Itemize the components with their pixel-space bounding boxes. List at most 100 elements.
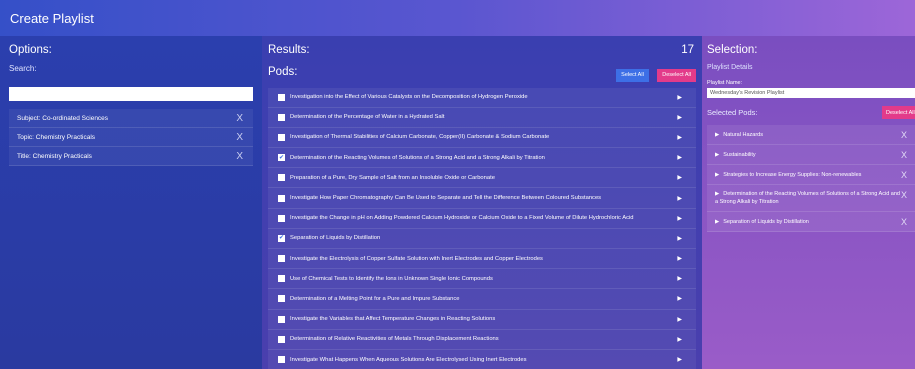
remove-filter-icon[interactable]: X — [236, 113, 243, 124]
remove-pod-icon[interactable]: X — [901, 217, 907, 227]
filter-label: Title: Chemistry Practicals — [17, 152, 92, 160]
play-arrow-icon[interactable]: ▶ — [677, 295, 682, 302]
pod-title: Investigation into the Effect of Various… — [290, 94, 528, 101]
play-arrow-icon[interactable]: ▶ — [677, 134, 682, 141]
play-arrow-icon[interactable]: ▶ — [677, 114, 682, 121]
pod-row[interactable]: Investigate the Change in pH on Adding P… — [268, 208, 696, 229]
pod-row[interactable]: ✔ Separation of Liquids by Distillation ▶ — [268, 228, 696, 249]
selected-pods-header: Selected Pods: Deselect All — [707, 106, 915, 119]
pod-row[interactable]: Investigate What Happens When Aqueous So… — [268, 349, 696, 369]
pod-list: Investigation into the Effect of Various… — [268, 87, 696, 369]
play-arrow-icon[interactable]: ▶ — [677, 255, 682, 262]
pod-checkbox[interactable] — [278, 133, 285, 141]
remove-filter-icon[interactable]: X — [236, 151, 243, 162]
pod-row[interactable]: Investigate the Electrolysis of Copper S… — [268, 249, 696, 270]
selected-pods-label: Selected Pods: — [707, 108, 758, 117]
pod-checkbox[interactable] — [278, 113, 285, 121]
pod-title: Investigate the Variables that Affect Te… — [290, 316, 496, 323]
options-panel: Options: Search: Subject: Co-ordinated S… — [0, 36, 262, 369]
pod-row[interactable]: Investigation into the Effect of Various… — [268, 87, 696, 108]
window-title-bar: Create Playlist — [0, 0, 915, 36]
pod-checkbox[interactable] — [278, 194, 285, 202]
deselect-all-button[interactable]: Deselect All — [657, 68, 696, 82]
playlist-details-label: Playlist Details — [707, 64, 753, 71]
pod-title: Investigation of Thermal Stabilities of … — [290, 134, 550, 141]
selected-pod-title: Strategies to Increase Energy Supplies: … — [723, 171, 862, 178]
selected-pod-name: ▶ Sustainability — [715, 151, 756, 159]
pod-title: Determination of the Reacting Volumes of… — [290, 154, 545, 161]
playlist-name-input[interactable] — [707, 88, 915, 98]
selected-pod-name: ▶ Separation of Liquids by Distillation — [715, 218, 809, 226]
results-panel: Results: 17 Pods: Select All Deselect Al… — [262, 36, 702, 369]
pod-checkbox[interactable]: ✔ — [278, 234, 285, 242]
remove-pod-icon[interactable]: X — [901, 150, 907, 160]
pods-header: Pods: Select All Deselect All — [268, 63, 696, 82]
selected-pod-row[interactable]: ▶ Separation of Liquids by Distillation X — [707, 212, 915, 232]
pod-checkbox[interactable]: ✔ — [278, 154, 285, 162]
pod-row[interactable]: Investigate the Variables that Affect Te… — [268, 309, 696, 330]
play-arrow-icon[interactable]: ▶ — [677, 356, 682, 363]
pod-checkbox[interactable] — [278, 255, 285, 263]
play-arrow-icon[interactable]: ▶ — [677, 215, 682, 222]
filter-title: Title: Chemistry Practicals X — [9, 147, 253, 166]
remove-pod-icon[interactable]: X — [901, 170, 907, 180]
pod-row[interactable]: Determination of Relative Reactivities o… — [268, 329, 696, 350]
selected-pod-title: Determination of the Reacting Volumes of… — [715, 191, 900, 205]
filter-label: Subject: Co-ordinated Sciences — [17, 114, 109, 122]
window-title: Create Playlist — [10, 10, 94, 26]
play-arrow-icon[interactable]: ▶ — [677, 195, 682, 202]
deselect-all-selected-button[interactable]: Deselect All — [882, 106, 915, 119]
pod-row[interactable]: Determination of a Melting Point for a P… — [268, 289, 696, 310]
pod-row[interactable]: Investigation of Thermal Stabilities of … — [268, 127, 696, 149]
selected-pod-row[interactable]: ▶ Natural Hazards X — [707, 125, 915, 145]
selected-pod-row[interactable]: ▶ Determination of the Reacting Volumes o… — [707, 185, 915, 212]
selected-pods-list: ▶ Natural Hazards X ▶ Sustainability X ▶ Strate… — [707, 125, 915, 232]
search-input[interactable] — [9, 87, 253, 101]
pod-row[interactable]: Determination of the Percentage of Water… — [268, 107, 696, 128]
pod-row[interactable]: Use of Chemical Tests to Identify the Io… — [268, 269, 696, 290]
filter-label: Topic: Chemistry Practicals — [17, 133, 96, 141]
play-arrow-icon: ▶ — [715, 218, 720, 225]
pod-title: Use of Chemical Tests to Identify the Io… — [290, 275, 493, 282]
selected-pod-name: ▶ Strategies to Increase Energy Supplies:… — [715, 171, 861, 179]
play-arrow-icon[interactable]: ▶ — [677, 316, 682, 323]
playlist-name-label: Playlist Name: — [707, 80, 743, 86]
pod-checkbox[interactable] — [278, 335, 285, 343]
selection-panel: Selection: Playlist Details Playlist Nam… — [702, 36, 915, 369]
remove-pod-icon[interactable]: X — [901, 190, 907, 200]
pod-checkbox[interactable] — [278, 275, 285, 283]
play-arrow-icon[interactable]: ▶ — [677, 336, 682, 343]
play-arrow-icon[interactable]: ▶ — [677, 154, 682, 161]
pod-checkbox[interactable] — [278, 214, 285, 222]
pod-checkbox[interactable] — [278, 315, 285, 323]
play-arrow-icon[interactable]: ▶ — [677, 174, 682, 181]
selected-pod-row[interactable]: ▶ Sustainability X — [707, 145, 915, 165]
pod-row[interactable]: ✔ Determination of the Reacting Volumes o… — [268, 148, 696, 169]
pod-title: Preparation of a Pure, Dry Sample of Sal… — [290, 174, 495, 181]
play-arrow-icon[interactable]: ▶ — [677, 94, 682, 101]
play-arrow-icon: ▶ — [715, 151, 720, 158]
remove-filter-icon[interactable]: X — [236, 132, 243, 143]
filter-topic: Topic: Chemistry Practicals X — [9, 128, 253, 147]
selected-pod-title: Natural Hazards — [723, 131, 763, 138]
filter-list: Subject: Co-ordinated Sciences X Topic: … — [9, 109, 253, 166]
play-arrow-icon[interactable]: ▶ — [677, 235, 682, 242]
pod-title: Determination of a Melting Point for a P… — [290, 295, 460, 302]
pod-checkbox[interactable] — [278, 295, 285, 303]
remove-pod-icon[interactable]: X — [901, 130, 907, 140]
pod-checkbox[interactable] — [278, 356, 285, 364]
selected-pod-name: ▶ Natural Hazards — [715, 131, 763, 139]
play-arrow-icon[interactable]: ▶ — [677, 275, 682, 282]
search-label: Search: — [9, 64, 37, 73]
pod-checkbox[interactable] — [278, 174, 285, 182]
pods-actions: Select All Deselect All — [616, 63, 696, 82]
play-arrow-icon: ▶ — [715, 131, 720, 138]
select-all-button[interactable]: Select All — [616, 68, 649, 82]
pod-row[interactable]: Investigate How Paper Chromatography Can… — [268, 188, 696, 209]
pod-checkbox[interactable] — [278, 93, 285, 101]
selected-pod-row[interactable]: ▶ Strategies to Increase Energy Supplies:… — [707, 165, 915, 185]
filter-subject: Subject: Co-ordinated Sciences X — [9, 109, 253, 128]
results-heading: Results: — [268, 44, 310, 56]
pod-title: Separation of Liquids by Distillation — [290, 235, 381, 242]
pod-row[interactable]: Preparation of a Pure, Dry Sample of Sal… — [268, 168, 696, 189]
